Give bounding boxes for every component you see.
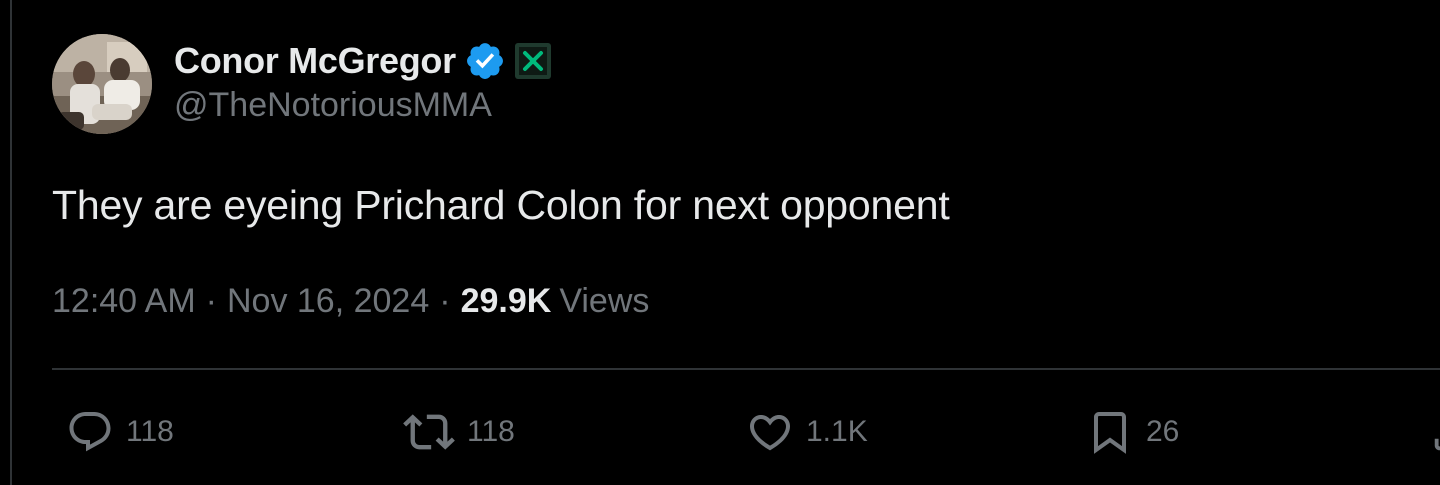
views-count: 29.9K bbox=[460, 282, 552, 320]
retweet-icon bbox=[403, 414, 455, 450]
meta-separator: · bbox=[439, 282, 451, 320]
tweet-metadata: 12:40 AM · Nov 16, 2024 · 29.9K Views bbox=[52, 282, 649, 321]
retweet-count: 118 bbox=[467, 415, 515, 448]
author-name-row: Conor McGregor bbox=[174, 39, 552, 83]
meta-separator: · bbox=[205, 282, 217, 320]
divider bbox=[52, 368, 1440, 370]
views-label: Views bbox=[559, 282, 650, 320]
tweet-text: They are eyeing Prichard Colon for next … bbox=[52, 182, 950, 228]
author-display-name[interactable]: Conor McGregor bbox=[174, 40, 456, 82]
bookmark-button[interactable]: 26 bbox=[1086, 405, 1179, 459]
avatar-photo bbox=[52, 34, 152, 134]
tweet: Conor McGregor @TheNotoriousMMA They are… bbox=[0, 0, 1440, 485]
tweet-date[interactable]: Nov 16, 2024 bbox=[227, 282, 429, 321]
tweet-actions-bar: 118 118 1.1K 26 bbox=[0, 405, 1440, 459]
share-button[interactable] bbox=[1428, 410, 1440, 456]
like-button[interactable]: 1.1K bbox=[746, 405, 868, 459]
affiliate-badge-icon[interactable] bbox=[514, 42, 552, 80]
tweet-header: Conor McGregor @TheNotoriousMMA bbox=[52, 34, 552, 134]
reply-count: 118 bbox=[126, 415, 174, 448]
avatar[interactable] bbox=[52, 34, 152, 134]
author-identity: Conor McGregor @TheNotoriousMMA bbox=[174, 39, 552, 125]
verified-badge-icon bbox=[464, 40, 506, 82]
reply-icon bbox=[69, 412, 111, 452]
reply-button[interactable]: 118 bbox=[66, 405, 174, 459]
tweet-time[interactable]: 12:40 AM bbox=[52, 282, 196, 321]
bookmark-count: 26 bbox=[1146, 415, 1180, 448]
author-handle[interactable]: @TheNotoriousMMA bbox=[174, 86, 552, 125]
share-icon bbox=[1434, 438, 1440, 451]
bookmark-icon bbox=[1094, 412, 1126, 454]
heart-icon bbox=[749, 415, 791, 451]
like-count: 1.1K bbox=[806, 415, 868, 448]
retweet-button[interactable]: 118 bbox=[403, 405, 515, 459]
